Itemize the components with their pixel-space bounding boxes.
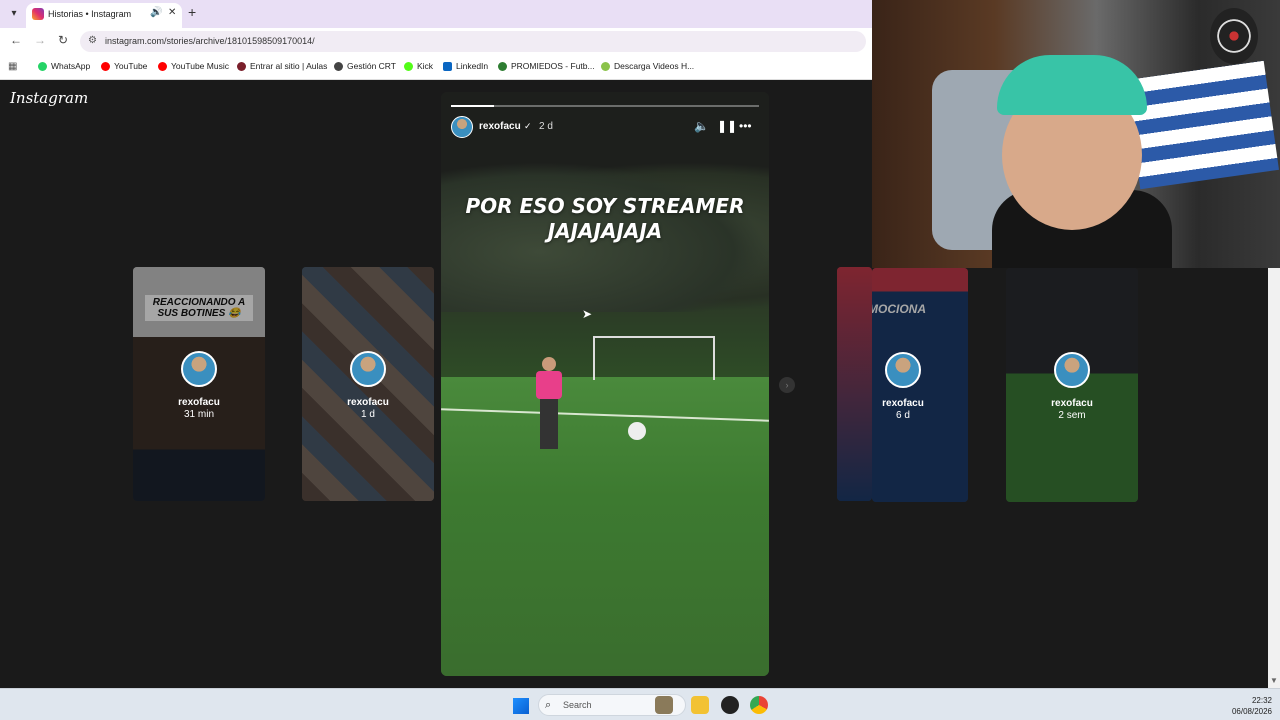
story-viewer[interactable]: rexofacu ✓ 2 d 🔈 ❚❚ ••• POR ESO SOY STRE…: [441, 92, 769, 676]
search-icon: ⌕: [545, 699, 552, 711]
preview-time: 31 min: [183, 409, 214, 420]
webcam-flag: [1125, 60, 1279, 190]
story-avatar[interactable]: [451, 116, 473, 138]
preview-username: rexofacu: [178, 397, 220, 408]
linkedin-icon: [443, 61, 452, 71]
bookmark-linkedin[interactable]: LinkedIn: [443, 61, 488, 71]
browser-window: ▾ Historias • Instagram 🔊 ✕ + ← → ↻ ⚙ in…: [0, 0, 872, 688]
speaker-icon[interactable]: 🔈: [694, 119, 709, 133]
tab-search-icon[interactable]: ▾: [6, 6, 22, 22]
bookmark-whatsapp[interactable]: WhatsApp: [38, 61, 90, 71]
clock-time: 22:32: [1251, 696, 1272, 705]
preview-avatar: [181, 351, 217, 387]
story-header: rexofacu ✓ 2 d 🔈 ❚❚ •••: [451, 116, 759, 138]
preview-overlay: [837, 267, 872, 501]
promiedos-icon: [498, 61, 507, 71]
player-bib: [536, 371, 562, 399]
instagram-logo[interactable]: Instagram: [10, 89, 88, 107]
instagram-page-right: EMOCIONA rexofacu 6 d rexofacu 2 sem: [872, 268, 1280, 688]
page-scrollbar[interactable]: [1268, 268, 1280, 688]
player-legs: [540, 399, 558, 449]
story-preview-2[interactable]: rexofacu 1 d: [302, 267, 434, 501]
youtube-music-icon: [158, 61, 167, 71]
story-time: 2 d: [539, 121, 553, 132]
preview-username: rexofacu: [347, 397, 389, 408]
preview-time: 1 d: [361, 409, 375, 420]
player-head: [542, 357, 556, 371]
tab-audio-icon[interactable]: 🔊: [150, 7, 162, 18]
story-preview-3-right[interactable]: EMOCIONA rexofacu 6 d: [872, 268, 968, 502]
forward-icon[interactable]: →: [34, 33, 46, 47]
instagram-page: Instagram REACCIONANDO A SUS BOTINES 😂 r…: [0, 80, 872, 688]
tab-title: Historias • Instagram: [48, 9, 132, 19]
preview-username: rexofacu: [882, 398, 924, 409]
download-icon: [601, 61, 610, 71]
youtube-icon: [101, 61, 110, 71]
preview-avatar: [1054, 352, 1090, 388]
tab-instagram[interactable]: Historias • Instagram 🔊 ✕: [26, 3, 182, 28]
more-icon[interactable]: •••: [739, 119, 752, 133]
story-caption: POR ESO SOY STREAMER JAJAJAJAJA: [441, 194, 769, 244]
story-preview-3[interactable]: [837, 267, 872, 501]
file-explorer-icon[interactable]: [691, 696, 709, 714]
reload-icon[interactable]: ↻: [58, 33, 68, 47]
instagram-favicon-icon: [32, 8, 44, 20]
browser-toolbar: ← → ↻ ⚙ instagram.com/stories/archive/18…: [0, 28, 872, 55]
story-preview-4[interactable]: rexofacu 2 sem: [1006, 268, 1138, 502]
widgets-icon[interactable]: [655, 696, 673, 714]
dartboard: [1210, 8, 1258, 64]
bookmark-promiedos[interactable]: PROMIEDOS - Futb...: [498, 61, 595, 71]
story-ball: [628, 422, 646, 440]
obs-icon[interactable]: [721, 696, 739, 714]
windows-start-icon[interactable]: [513, 698, 529, 714]
preview-overlay: [872, 268, 968, 502]
bookmark-gestion-crt[interactable]: Gestión CRT: [334, 61, 396, 71]
new-tab-icon[interactable]: +: [188, 4, 196, 20]
preview-avatar: [350, 351, 386, 387]
bookmarks-bar: ▦ WhatsApp YouTube YouTube Music Entrar …: [0, 55, 872, 80]
pause-icon[interactable]: ❚❚: [717, 119, 737, 133]
caption-line-2: JAJAJAJAJA: [547, 219, 663, 243]
bookmark-kick[interactable]: Kick: [404, 61, 433, 71]
bookmark-descarga-videos[interactable]: Descarga Videos H...: [601, 61, 694, 71]
story-progress-fill: [451, 105, 495, 107]
tab-close-icon[interactable]: ✕: [168, 7, 176, 18]
story-goal: [593, 336, 715, 380]
globe-icon: [334, 61, 343, 71]
windows-taskbar: ⌕ Search 22:32 06/08/2026: [0, 688, 1280, 720]
bookmark-youtube-music[interactable]: YouTube Music: [158, 61, 229, 71]
scroll-down-icon[interactable]: ▼: [1270, 676, 1278, 685]
tab-bar: ▾ Historias • Instagram 🔊 ✕ +: [0, 0, 872, 28]
whatsapp-icon: [38, 61, 47, 71]
story-field: [441, 377, 769, 676]
graduation-cap-icon: [237, 61, 246, 71]
chrome-icon[interactable]: [750, 696, 768, 714]
story-player: [534, 357, 564, 457]
verified-icon: ✓: [524, 121, 532, 131]
apps-grid-icon[interactable]: ▦: [8, 61, 17, 72]
bookmark-aulas[interactable]: Entrar al sitio | Aulas: [237, 61, 327, 71]
bookmark-youtube[interactable]: YouTube: [101, 61, 147, 71]
url-text: instagram.com/stories/archive/1810159850…: [105, 36, 315, 46]
story-preview-1[interactable]: REACCIONANDO A SUS BOTINES 😂 rexofacu 31…: [133, 267, 265, 501]
preview-time: 2 sem: [1058, 410, 1086, 421]
story-progress-bar: [451, 105, 759, 107]
caption-line-1: POR ESO SOY STREAMER: [465, 194, 745, 218]
preview-avatar: [885, 352, 921, 388]
preview-username: rexofacu: [1051, 398, 1093, 409]
story-username[interactable]: rexofacu: [479, 121, 521, 132]
back-icon[interactable]: ←: [10, 33, 22, 47]
mouse-cursor-icon: ➤: [582, 307, 593, 321]
taskbar-search-label: Search: [563, 700, 592, 710]
kick-icon: [404, 61, 413, 71]
address-bar[interactable]: ⚙ instagram.com/stories/archive/18101598…: [80, 31, 866, 52]
taskbar-clock[interactable]: 22:32 06/08/2026: [1222, 695, 1272, 717]
site-info-icon[interactable]: ⚙: [88, 35, 97, 46]
preview-time: 6 d: [896, 410, 910, 421]
clock-date: 06/08/2026: [1231, 707, 1272, 716]
webcam-overlay: [872, 0, 1280, 268]
webcam-person-cap: [997, 55, 1147, 115]
next-story-icon[interactable]: ›: [779, 377, 795, 393]
